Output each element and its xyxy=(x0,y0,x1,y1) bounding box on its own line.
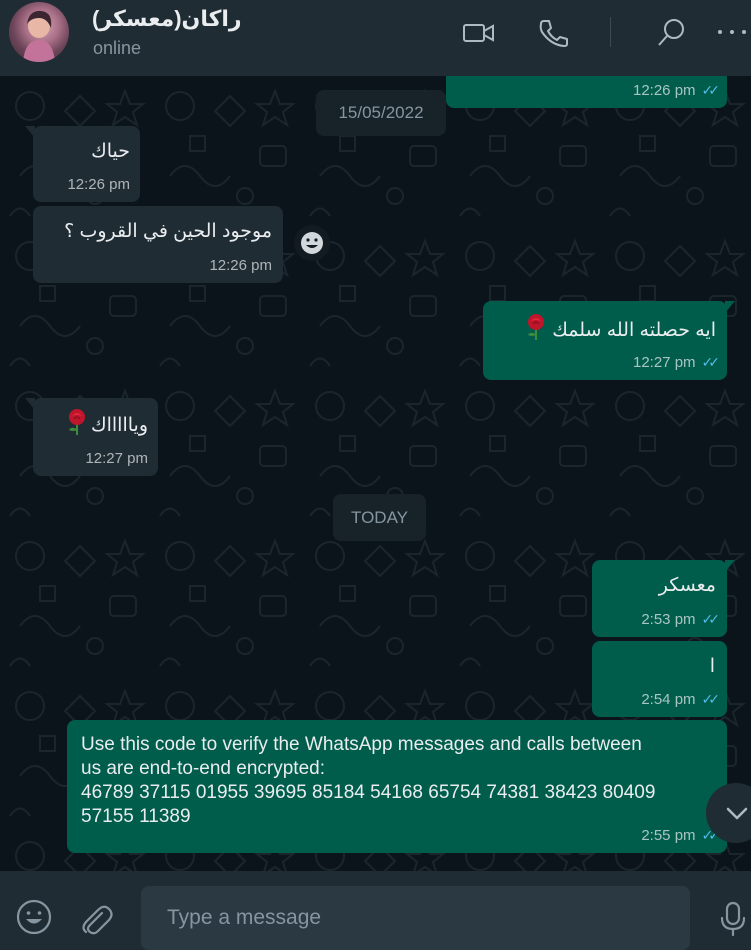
message-time: 12:27 pm xyxy=(85,450,148,467)
message-text: معسكر xyxy=(658,575,716,596)
message-meta: 2:53 pm ✓✓ xyxy=(641,608,721,631)
chat-header: راكان(معسكر) online xyxy=(0,0,751,76)
message-outgoing-security-code[interactable]: Use this code to verify the WhatsApp mes… xyxy=(67,720,727,853)
message-meta: 12:26 pm xyxy=(67,173,130,196)
bubble-tail xyxy=(725,301,735,313)
message-time: 2:53 pm xyxy=(641,611,696,628)
message-outgoing[interactable]: معسكر 2:53 pm ✓✓ xyxy=(592,560,735,637)
read-ticks-icon: ✓✓ xyxy=(701,611,721,627)
message-meta: 12:26 pm ✓✓ xyxy=(632,79,721,102)
rose-emoji-icon xyxy=(65,408,89,442)
message-time: 12:26 pm xyxy=(67,176,130,193)
menu-icon[interactable] xyxy=(716,17,750,49)
date-separator: 15/05/2022 xyxy=(316,90,446,136)
search-icon[interactable] xyxy=(654,17,688,49)
header-divider xyxy=(610,17,611,47)
message-text: ايه حصلته الله سلمك xyxy=(552,319,716,341)
security-code-line: 57155 11389 xyxy=(81,806,191,827)
message-content: وياااااك xyxy=(65,408,148,442)
microphone-icon[interactable] xyxy=(718,901,748,942)
message-incoming[interactable]: موجود الحين في القروب ؟ 12:26 pm xyxy=(33,206,283,283)
read-ticks-icon: ✓✓ xyxy=(701,82,721,98)
message-content: ايه حصلته الله سلمك xyxy=(524,313,716,347)
bubble-tail xyxy=(725,560,735,572)
message-time: 12:27 pm xyxy=(632,354,696,371)
message-text: حياك xyxy=(91,141,130,162)
security-code-line: 46789 37115 01955 39695 85184 54168 6575… xyxy=(81,782,656,803)
rose-emoji-icon xyxy=(524,313,548,347)
contact-name[interactable]: راكان(معسكر) xyxy=(92,6,242,32)
message-incoming[interactable]: حياك 12:26 pm xyxy=(25,126,140,202)
read-ticks-icon: ✓✓ xyxy=(701,691,721,707)
message-meta: 12:26 pm xyxy=(209,254,272,277)
message-text: موجود الحين في القروب ؟ xyxy=(64,221,272,242)
message-time: 12:26 pm xyxy=(209,257,272,274)
message-meta: 12:27 pm xyxy=(85,447,148,470)
scroll-to-bottom-button[interactable] xyxy=(706,783,751,843)
contact-avatar[interactable] xyxy=(9,2,69,62)
security-code-content: Use this code to verify the WhatsApp mes… xyxy=(81,733,655,829)
message-text: ا xyxy=(709,656,715,677)
message-outgoing[interactable]: 12:26 pm ✓✓ xyxy=(446,76,727,108)
message-input[interactable] xyxy=(141,886,690,950)
bubble-tail xyxy=(25,126,35,138)
chevron-down-icon xyxy=(726,807,748,820)
message-outgoing[interactable]: ا 2:54 pm ✓✓ xyxy=(592,641,727,717)
attach-icon[interactable] xyxy=(78,901,114,942)
message-meta: 2:55 pm ✓✓ xyxy=(641,824,720,847)
security-text-line: Use this code to verify the WhatsApp mes… xyxy=(81,734,642,755)
message-incoming[interactable]: وياااااك 12:27 pm xyxy=(25,398,158,476)
read-ticks-icon: ✓✓ xyxy=(701,354,721,370)
security-text-line: us are end-to-end encrypted: xyxy=(81,758,325,779)
message-time: 2:55 pm xyxy=(641,827,696,844)
message-time: 2:54 pm xyxy=(641,691,696,708)
contact-status: online xyxy=(93,38,142,58)
compose-bar xyxy=(0,871,751,950)
emoji-icon[interactable] xyxy=(15,898,53,941)
bubble-tail xyxy=(25,398,35,410)
date-separator: TODAY xyxy=(333,494,426,541)
voice-call-icon[interactable] xyxy=(537,17,571,49)
video-call-icon[interactable] xyxy=(462,17,496,49)
chat-area[interactable]: 12:26 pm ✓✓ 15/05/2022 حياك 12:26 pm موج… xyxy=(0,76,751,871)
message-meta: 12:27 pm ✓✓ xyxy=(632,351,721,374)
message-meta: 2:54 pm ✓✓ xyxy=(641,688,721,711)
message-outgoing[interactable]: ايه حصلته الله سلمك 12:27 pm ✓✓ xyxy=(483,301,735,380)
message-text: وياااااك xyxy=(90,414,148,436)
react-emoji-button[interactable] xyxy=(294,225,330,261)
message-time: 12:26 pm xyxy=(632,82,696,99)
